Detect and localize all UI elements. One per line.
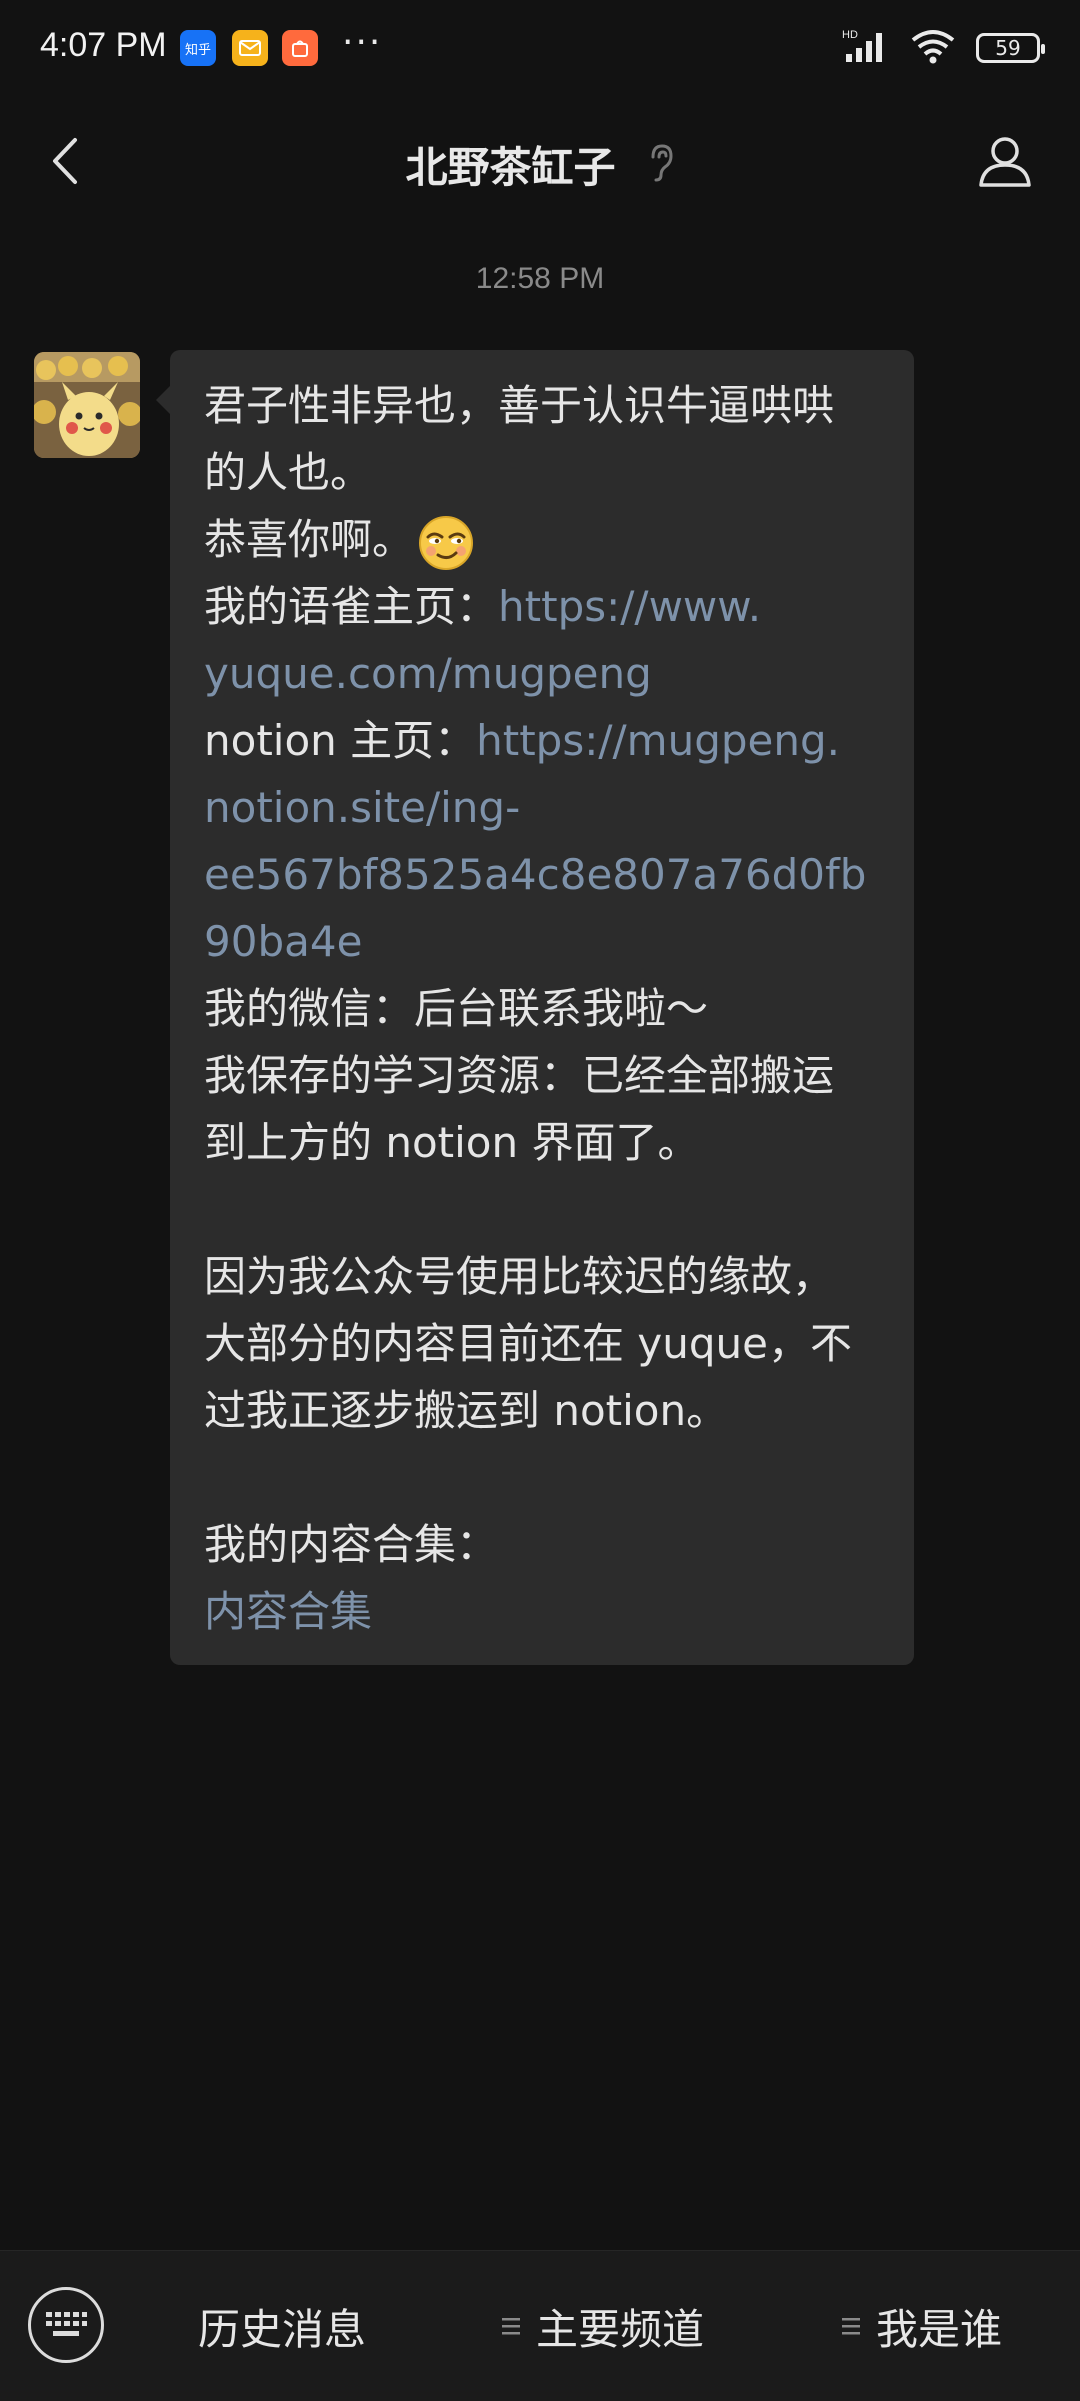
message-text-segment: 的人也。: [204, 448, 373, 497]
message-bubble[interactable]: 君子性非异也，善于认识牛逼哄哄 的人也。恭喜你啊。我的语雀主页：https://w…: [156, 350, 914, 1665]
message-text-segment: 我保存的学习资源：已经全部搬运: [204, 1051, 835, 1100]
person-icon: [979, 137, 1031, 187]
keyboard-toggle-button[interactable]: [28, 2287, 104, 2363]
menu-history-label: 历史消息: [198, 2304, 367, 2354]
message-text-segment: 我的微信：后台联系我啦～: [204, 984, 709, 1033]
title-area: 北野茶缸子: [0, 134, 1080, 195]
message-line: yuque.com/mugpeng: [204, 640, 882, 707]
message-text-segment: 恭喜你啊。: [204, 515, 415, 564]
message-line: 到上方的 notion 界面了。: [204, 1109, 882, 1176]
battery-icon: 59: [976, 33, 1045, 63]
message-text-segment: 君子性非异也，善于认识牛逼哄哄: [204, 381, 835, 430]
message-line: 大部分的内容目前还在 yuque，不: [204, 1310, 882, 1377]
submenu-icon: [502, 2318, 520, 2335]
status-bar: 4:07 PM 知乎 ··· HD 59: [0, 0, 1080, 96]
network-label: HD: [842, 29, 858, 41]
bottom-menu-bar: 历史消息 主要频道 我是谁: [0, 2250, 1080, 2401]
keyboard-icon: [46, 2312, 87, 2336]
message-text-segment: 大部分的内容目前还在 yuque，不: [204, 1319, 852, 1368]
ear-icon: [647, 143, 675, 187]
message-link[interactable]: notion.site/ing-: [204, 783, 520, 832]
message-link[interactable]: ee567bf8525a4c8e807a76d0fb: [204, 850, 866, 899]
message-line: 我的语雀主页：https://www.: [204, 573, 882, 640]
message-line: 过我正逐步搬运到 notion。: [204, 1377, 882, 1444]
message-line: notion.site/ing-: [204, 774, 882, 841]
mail-app-icon: [232, 30, 268, 66]
message-line: notion 主页：https://mugpeng.: [204, 707, 882, 774]
chat-title: 北野茶缸子: [405, 143, 616, 192]
message-text-segment: 我的内容合集：: [204, 1520, 499, 1569]
message-timestamp: 12:58 PM: [475, 262, 605, 295]
smirk-emoji: [418, 515, 474, 571]
menu-main-channels[interactable]: 主要频道: [500, 2251, 704, 2401]
message-text: 君子性非异也，善于认识牛逼哄哄 的人也。恭喜你啊。我的语雀主页：https://w…: [204, 372, 882, 1645]
message-link[interactable]: yuque.com/mugpeng: [204, 649, 652, 698]
more-notifications-icon: ···: [342, 22, 383, 63]
message-line: 我保存的学习资源：已经全部搬运: [204, 1042, 882, 1109]
message-line: ee567bf8525a4c8e807a76d0fb: [204, 841, 882, 908]
profile-button[interactable]: [970, 126, 1040, 196]
message-text-segment: 我的语雀主页：: [204, 582, 499, 631]
message-line: 的人也。: [204, 439, 882, 506]
message-line: 因为我公众号使用比较迟的缘故，: [204, 1243, 882, 1310]
message-text-segment: notion 主页：: [204, 716, 477, 765]
message-text-segment: 过我正逐步搬运到 notion。: [204, 1386, 729, 1435]
message-link[interactable]: https://www.: [498, 582, 761, 631]
shopping-app-icon: [282, 30, 318, 66]
menu-history[interactable]: 历史消息: [198, 2251, 366, 2401]
menu-main-channels-label: 主要频道: [536, 2304, 705, 2354]
avatar[interactable]: [34, 352, 140, 458]
message-link[interactable]: 内容合集: [204, 1587, 372, 1636]
cellular-signal-icon: HD: [842, 28, 890, 68]
message-text-segment: 到上方的 notion 界面了。: [204, 1118, 700, 1167]
status-time: 4:07 PM: [40, 26, 167, 64]
submenu-icon: [842, 2318, 860, 2335]
message-line: 我的微信：后台联系我啦～: [204, 975, 882, 1042]
wifi-icon: [910, 28, 956, 68]
menu-about[interactable]: 我是谁: [840, 2251, 1002, 2401]
message-line: 内容合集: [204, 1578, 882, 1645]
message-line: 恭喜你啊。: [204, 506, 882, 573]
message-line: 我的内容合集：: [204, 1511, 882, 1578]
menu-about-label: 我是谁: [876, 2304, 1003, 2354]
chat-header: 北野茶缸子: [0, 96, 1080, 226]
message-text-segment: 因为我公众号使用比较迟的缘故，: [204, 1252, 835, 1301]
message-line: 90ba4e: [204, 908, 882, 975]
status-indicators: HD 59: [842, 26, 1045, 70]
message-link[interactable]: https://mugpeng.: [476, 716, 840, 765]
message-link[interactable]: 90ba4e: [204, 917, 362, 966]
zhihu-app-icon: 知乎: [180, 30, 216, 66]
message-line: 君子性非异也，善于认识牛逼哄哄: [204, 372, 882, 439]
